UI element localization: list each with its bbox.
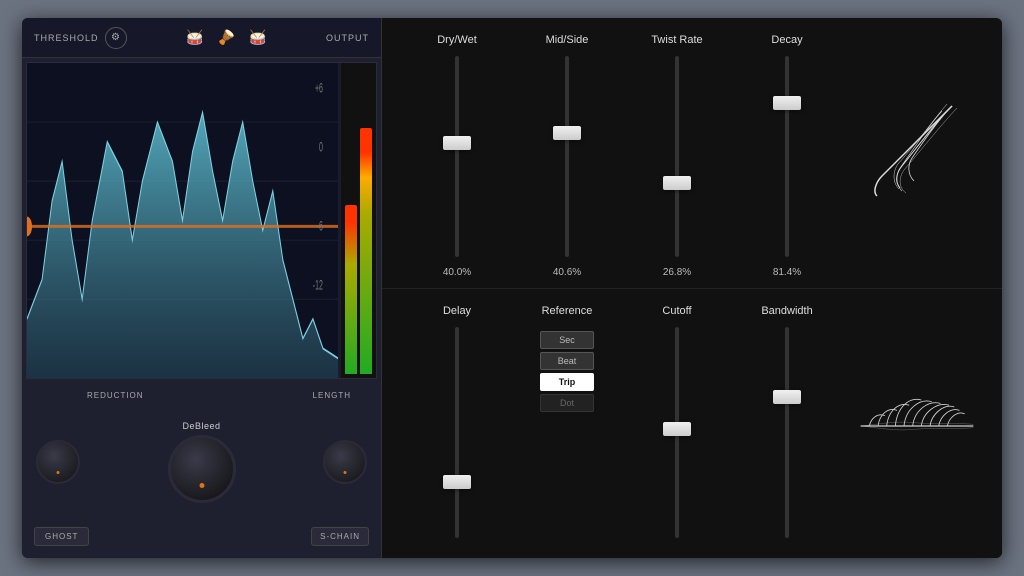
threshold-label: THRESHOLD (34, 33, 99, 43)
twist-value: 26.8% (663, 267, 691, 278)
ref-sec-button[interactable]: Sec (540, 331, 594, 349)
vu-bar-1 (345, 205, 357, 374)
output-label: OUTPUT (326, 33, 369, 43)
decay-label: Decay (771, 34, 802, 46)
bandwidth-thumb[interactable] (773, 390, 801, 404)
midside-thumb[interactable] (553, 126, 581, 140)
fader-group-decay: Decay 81.4% (732, 34, 842, 278)
delay-label: Delay (443, 305, 471, 317)
midside-track[interactable] (565, 56, 569, 257)
ref-trip-button[interactable]: Trip (540, 373, 594, 391)
reference-options: Sec Beat Trip Dot (540, 331, 594, 412)
bandwidth-label: Bandwidth (761, 305, 812, 317)
drywet-track[interactable] (455, 56, 459, 257)
debleed-knob-indicator (199, 483, 204, 488)
drum-icon-1[interactable]: 🥁 (186, 29, 203, 46)
fader-group-bandwidth: Bandwidth (732, 305, 842, 549)
controls-area: REDUCTION LENGTH DeBleed (22, 383, 381, 558)
svg-text:0: 0 (319, 140, 323, 155)
ref-beat-button[interactable]: Beat (540, 352, 594, 370)
top-bar-left: THRESHOLD ⚙ (34, 27, 127, 49)
length-label: LENGTH (313, 391, 351, 400)
cutoff-thumb[interactable] (663, 422, 691, 436)
top-bar-icons: 🥁 🪘 🥁 (186, 29, 266, 46)
fader-group-midside: Mid/Side 40.6% (512, 34, 622, 278)
fader-group-drywet: Dry/Wet 40.0% (402, 34, 512, 278)
drywet-label: Dry/Wet (437, 34, 477, 46)
vu-bar-2 (360, 128, 372, 374)
twist-thumb[interactable] (663, 176, 691, 190)
art-section-bottom (842, 305, 992, 549)
fader-group-cutoff: Cutoff (622, 305, 732, 549)
bottom-buttons: GHOST S-CHAIN (32, 523, 371, 550)
decay-track[interactable] (785, 56, 789, 257)
fader-group-reference: Reference Sec Beat Trip Dot (512, 305, 622, 549)
right-panel: Dry/Wet 40.0% Mid/Side 40.6% Twist Rate … (382, 18, 1002, 558)
art-svg-bottom (852, 366, 982, 486)
twist-label: Twist Rate (651, 34, 702, 46)
drywet-value: 40.0% (443, 267, 471, 278)
bandwidth-track[interactable] (785, 327, 789, 539)
debleed-label: DeBleed (182, 421, 220, 431)
left-panel: THRESHOLD ⚙ 🥁 🪘 🥁 OUTPUT (22, 18, 382, 558)
debleed-knob[interactable] (168, 435, 236, 503)
midside-value: 40.6% (553, 267, 581, 278)
top-bar: THRESHOLD ⚙ 🥁 🪘 🥁 OUTPUT (22, 18, 381, 58)
bottom-section: Delay Reference Sec Beat Trip Dot Cutoff (382, 289, 1002, 559)
svg-text:-12: -12 (313, 278, 323, 293)
ghost-button[interactable]: GHOST (34, 527, 89, 546)
cutoff-track[interactable] (675, 327, 679, 539)
schain-button[interactable]: S-CHAIN (311, 527, 369, 546)
fader-group-delay: Delay (402, 305, 512, 549)
svg-text:+6: +6 (315, 81, 323, 96)
top-section: Dry/Wet 40.0% Mid/Side 40.6% Twist Rate … (382, 18, 1002, 289)
decay-thumb[interactable] (773, 96, 801, 110)
reduction-knob[interactable] (36, 440, 80, 484)
reference-label: Reference (542, 305, 593, 317)
twist-track[interactable] (675, 56, 679, 257)
waveform-svg: +6 0 -6 -12 (27, 63, 338, 378)
knobs-row: DeBleed (32, 404, 371, 519)
settings-icon[interactable]: ⚙ (105, 27, 127, 49)
svg-text:-6: -6 (317, 219, 323, 234)
fader-group-twist: Twist Rate 26.8% (622, 34, 732, 278)
art-section-top (842, 34, 992, 278)
debleed-container: DeBleed (90, 421, 313, 503)
controls-labels: REDUCTION LENGTH (32, 391, 371, 400)
reduction-knob-indicator (57, 471, 60, 474)
length-knob[interactable] (323, 440, 367, 484)
decay-value: 81.4% (773, 267, 801, 278)
ref-dot-button[interactable]: Dot (540, 394, 594, 412)
drum-icon-3[interactable]: 🥁 (249, 29, 266, 46)
delay-thumb[interactable] (443, 475, 471, 489)
drywet-thumb[interactable] (443, 136, 471, 150)
reduction-label: REDUCTION (87, 391, 144, 400)
drum-icon-2[interactable]: 🪘 (218, 29, 235, 46)
waveform-area: +6 0 -6 -12 (26, 62, 377, 379)
plugin-container: THRESHOLD ⚙ 🥁 🪘 🥁 OUTPUT (22, 18, 1002, 558)
delay-track[interactable] (455, 327, 459, 539)
vu-meter (341, 63, 376, 378)
art-svg-top (852, 96, 982, 216)
cutoff-label: Cutoff (662, 305, 691, 317)
length-knob-indicator (344, 471, 347, 474)
midside-label: Mid/Side (546, 34, 589, 46)
